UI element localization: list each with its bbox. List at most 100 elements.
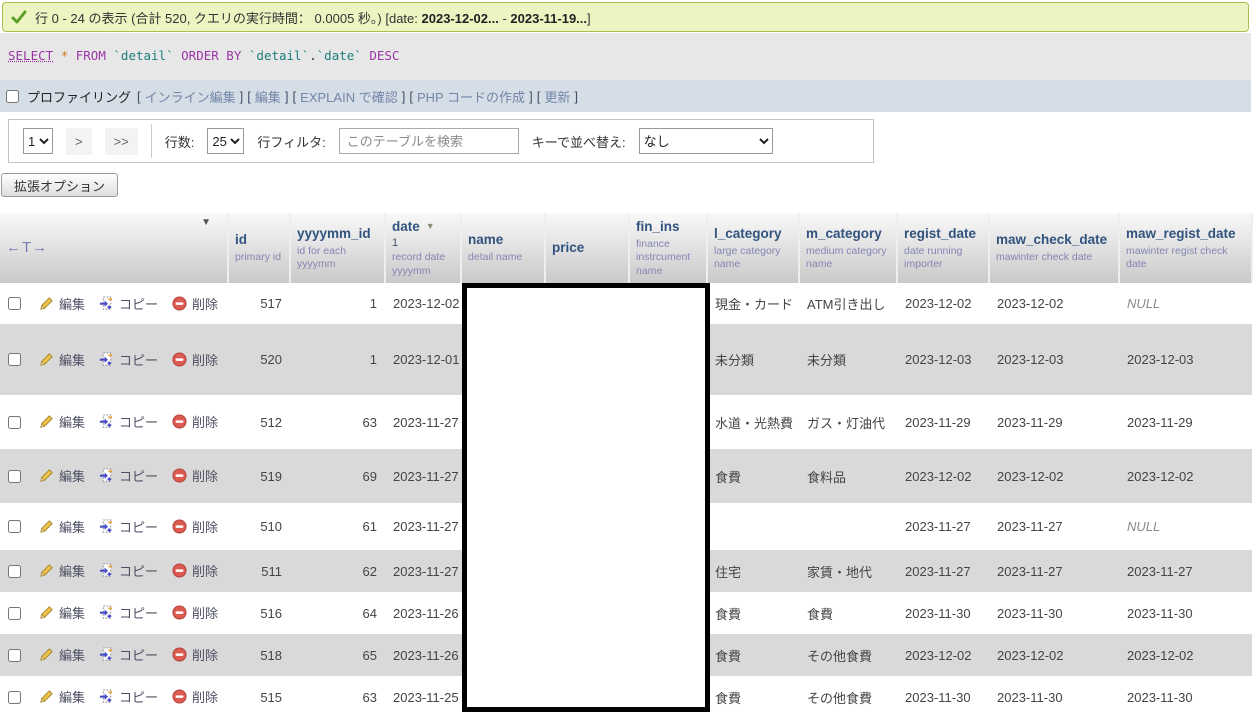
copy-row-link[interactable]: コピー (99, 603, 158, 622)
extra-options-button[interactable]: 拡張オプション (1, 173, 118, 197)
query-link[interactable]: 更新 (544, 87, 570, 106)
copy-row-link[interactable]: コピー (99, 645, 158, 664)
row-checkbox[interactable] (8, 470, 21, 483)
pencil-icon (39, 468, 54, 483)
row-checkbox[interactable] (8, 353, 21, 366)
row-checkbox[interactable] (8, 520, 21, 533)
row-checkbox[interactable] (8, 691, 21, 704)
query-link[interactable]: PHP コードの作成 (417, 87, 525, 106)
cell-id: 520 (228, 324, 290, 395)
column-sort-link[interactable]: l_category (714, 226, 782, 241)
edit-row-link[interactable]: 編集 (39, 294, 85, 313)
copy-row-link[interactable]: コピー (99, 687, 158, 706)
bracket: [ (409, 89, 413, 104)
row-filter-input[interactable] (339, 128, 519, 154)
next-page-button[interactable]: > (66, 128, 92, 155)
edit-row-link[interactable]: 編集 (39, 466, 85, 485)
last-page-button[interactable]: >> (105, 128, 138, 155)
edit-row-link[interactable]: 編集 (39, 412, 85, 431)
edit-row-link[interactable]: 編集 (39, 517, 85, 536)
edit-row-link[interactable]: 編集 (39, 687, 85, 706)
cell-m_category: その他食費 (799, 634, 897, 676)
rows-count-select[interactable]: 25 (207, 128, 244, 154)
delete-row-link[interactable]: 削除 (172, 350, 218, 369)
page-select[interactable]: 1 (23, 128, 53, 154)
column-header-name: name detail name (461, 213, 545, 283)
cell-l_category: 食費 (707, 676, 799, 718)
delete-row-link[interactable]: 削除 (172, 466, 218, 485)
cell-date: 2023-11-26 (385, 592, 461, 634)
edit-row-link[interactable]: 編集 (39, 645, 85, 664)
column-sort-link[interactable]: fin_ins (636, 219, 680, 234)
row-actions-cell: 編集コピー削除 (27, 395, 228, 449)
pencil-icon (39, 352, 54, 367)
column-header-maw_check_date: maw_check_datemawinter check date (989, 213, 1119, 283)
cell-maw_check_date: 2023-11-29 (989, 395, 1119, 449)
cell-maw_check_date: 2023-12-02 (989, 449, 1119, 503)
column-sort-link[interactable]: m_category (806, 226, 882, 241)
column-comment: detail name (468, 251, 538, 264)
cell-maw_check_date: 2023-11-30 (989, 676, 1119, 718)
delete-row-link[interactable]: 削除 (172, 412, 218, 431)
copy-row-link[interactable]: コピー (99, 517, 158, 536)
copy-icon (99, 352, 114, 367)
row-checkbox[interactable] (8, 649, 21, 662)
column-sort-link[interactable]: date (392, 219, 420, 234)
delete-row-link[interactable]: 削除 (172, 294, 218, 313)
row-actions-cell: 編集コピー削除 (27, 592, 228, 634)
column-sort-link[interactable]: price (552, 240, 584, 255)
delete-row-link[interactable]: 削除 (172, 687, 218, 706)
row-checkbox[interactable] (8, 565, 21, 578)
query-link[interactable]: EXPLAIN で確認 (300, 87, 398, 106)
sql-token-keyword-link[interactable]: SELECT (8, 48, 53, 63)
column-sort-link[interactable]: maw_regist_date (1126, 226, 1236, 241)
bracket: ] (574, 89, 578, 104)
row-filter-label: 行フィルタ: (257, 132, 325, 151)
copy-row-link[interactable]: コピー (99, 561, 158, 580)
cell-maw_regist_date: NULL (1119, 503, 1252, 550)
copy-row-link[interactable]: コピー (99, 466, 158, 485)
column-sort-link[interactable]: id (235, 232, 247, 247)
edit-row-link-label: 編集 (59, 350, 85, 369)
edit-row-link[interactable]: 編集 (39, 561, 85, 580)
delete-row-link[interactable]: 削除 (172, 645, 218, 664)
row-checkbox[interactable] (8, 607, 21, 620)
row-checkbox[interactable] (8, 297, 21, 310)
bracket: ] (529, 89, 533, 104)
column-sort-link[interactable]: name (468, 232, 503, 247)
sql-token-plain (68, 48, 76, 63)
copy-icon (99, 647, 114, 662)
column-comment: large category name (714, 245, 792, 271)
delete-row-link[interactable]: 削除 (172, 517, 218, 536)
query-link[interactable]: 編集 (255, 87, 281, 106)
column-sort-link[interactable]: regist_date (904, 226, 976, 241)
column-sort-link[interactable]: maw_check_date (996, 232, 1107, 247)
row-select-cell (0, 449, 27, 503)
cell-date: 2023-12-02 (385, 283, 461, 324)
profiling-checkbox[interactable] (6, 90, 19, 103)
cell-id: 516 (228, 592, 290, 634)
copy-row-link[interactable]: コピー (99, 412, 158, 431)
row-select-cell (0, 324, 27, 395)
column-options-chevron-icon[interactable]: ▼ (201, 217, 211, 228)
sort-by-key-select[interactable]: なし (639, 128, 773, 154)
delete-row-link[interactable]: 削除 (172, 603, 218, 622)
column-sort-link[interactable]: yyyymm_id (297, 226, 371, 241)
edit-row-link[interactable]: 編集 (39, 350, 85, 369)
query-link[interactable]: インライン編集 (145, 87, 236, 106)
cell-yyyymm_id: 61 (290, 503, 385, 550)
table-nav-marker[interactable]: ←T→ (6, 239, 48, 256)
row-actions-cell: 編集コピー削除 (27, 449, 228, 503)
cell-regist_date: 2023-12-02 (897, 283, 989, 324)
column-header-maw_regist_date: maw_regist_datemawinter regist check dat… (1119, 213, 1252, 283)
copy-row-link[interactable]: コピー (99, 294, 158, 313)
edit-row-link[interactable]: 編集 (39, 603, 85, 622)
delete-row-link[interactable]: 削除 (172, 561, 218, 580)
delete-minus-icon (172, 519, 187, 534)
copy-row-link[interactable]: コピー (99, 350, 158, 369)
cell-regist_date: 2023-11-30 (897, 676, 989, 718)
delete-row-link-label: 削除 (192, 350, 218, 369)
row-checkbox[interactable] (8, 416, 21, 429)
copy-row-link-label: コピー (119, 294, 158, 313)
bracket: ] (240, 89, 244, 104)
